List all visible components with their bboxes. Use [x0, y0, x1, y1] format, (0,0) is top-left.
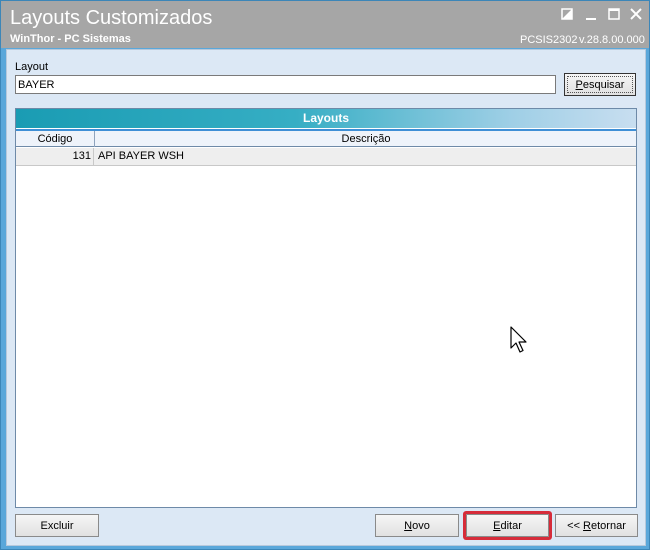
new-button-accel: N: [404, 519, 413, 532]
return-button-label: etornar: [591, 519, 626, 532]
grid-header: Código Descrição: [16, 129, 636, 147]
mouse-pointer-icon: [510, 326, 530, 354]
window-subtitle: WinThor - PC Sistemas: [10, 33, 131, 45]
delete-button-label: Excluir: [40, 519, 74, 532]
edit-button-accel: E: [493, 519, 501, 532]
cell-codigo: 131: [16, 148, 94, 165]
grid-caption: Layouts: [16, 109, 636, 128]
form-body: Layout Pesquisar Layouts Código Descriçã…: [6, 49, 646, 546]
return-button-accel: R: [583, 519, 591, 532]
search-button-label: esquisar: [582, 78, 625, 91]
edit-button-label: ditar: [500, 519, 522, 532]
column-header-descricao[interactable]: Descrição: [96, 131, 636, 147]
column-header-codigo[interactable]: Código: [16, 131, 95, 147]
minimize-icon[interactable]: [581, 5, 601, 23]
module-code: PCSIS2302: [520, 34, 578, 46]
table-row[interactable]: 131 API BAYER WSH: [16, 148, 636, 166]
edit-button[interactable]: Editar: [466, 514, 549, 537]
layout-label: Layout: [15, 61, 49, 73]
search-button-accel: P: [575, 78, 583, 91]
maximize-icon[interactable]: [604, 5, 624, 23]
restore-icon[interactable]: [558, 5, 578, 23]
layout-search-input[interactable]: [15, 75, 556, 94]
return-button[interactable]: << Retornar: [555, 514, 638, 537]
return-button-prefix: <<: [567, 519, 584, 532]
cell-descricao: API BAYER WSH: [98, 150, 184, 162]
title-bar[interactable]: Layouts Customizados WinThor - PC Sistem…: [1, 1, 649, 48]
close-icon[interactable]: [626, 5, 646, 23]
search-button[interactable]: Pesquisar: [564, 73, 636, 96]
new-button-label: ovo: [412, 519, 430, 532]
version-label: v.28.8.00.000: [579, 34, 645, 46]
window-title: Layouts Customizados: [10, 7, 213, 29]
delete-button[interactable]: Excluir: [15, 514, 99, 537]
new-button[interactable]: Novo: [375, 514, 459, 537]
app-window: Layouts Customizados WinThor - PC Sistem…: [0, 0, 650, 550]
layouts-grid[interactable]: Layouts Código Descrição 131 API BAYER W…: [15, 108, 637, 508]
